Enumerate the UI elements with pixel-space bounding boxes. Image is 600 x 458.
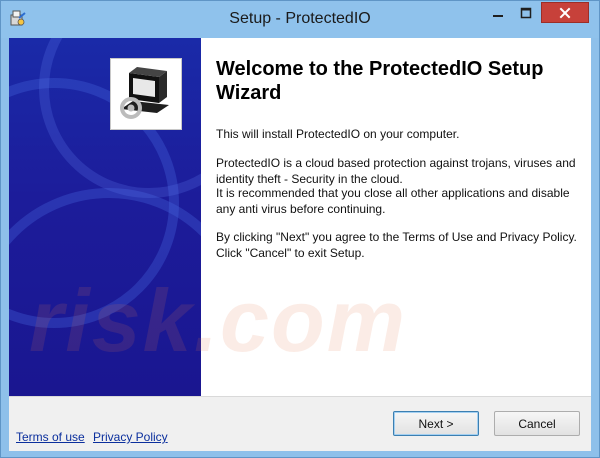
setup-window: Setup - ProtectedIO Welcome to the Prote… [0, 0, 600, 458]
wizard-side-panel [9, 38, 201, 396]
wizard-content: Welcome to the ProtectedIO Setup Wizard … [216, 38, 586, 396]
minimize-icon [492, 15, 503, 17]
minimize-button[interactable] [484, 2, 511, 24]
privacy-policy-link[interactable]: Privacy Policy [93, 430, 168, 444]
install-description: This will install ProtectedIO on your co… [216, 127, 460, 141]
close-icon [559, 7, 571, 18]
wizard-logo [110, 58, 182, 130]
cancel-button[interactable]: Cancel [494, 411, 580, 436]
title-bar[interactable]: Setup - ProtectedIO [1, 1, 599, 38]
terms-of-use-link[interactable]: Terms of use [16, 430, 85, 444]
wizard-footer: Terms of use Privacy Policy Next > Cance… [9, 397, 591, 451]
recommendation-text: It is recommended that you close all oth… [216, 186, 570, 216]
close-button[interactable] [541, 2, 589, 23]
wizard-body: Welcome to the ProtectedIO Setup Wizard … [9, 38, 591, 451]
page-title: Welcome to the ProtectedIO Setup Wizard [216, 58, 544, 104]
computer-install-icon [114, 62, 178, 126]
maximize-button[interactable] [512, 2, 539, 24]
product-description: ProtectedIO is a cloud based protection … [216, 156, 576, 186]
maximize-icon [520, 7, 531, 19]
agreement-text: By clicking "Next" you agree to the Term… [216, 230, 577, 260]
next-button[interactable]: Next > [393, 411, 479, 436]
